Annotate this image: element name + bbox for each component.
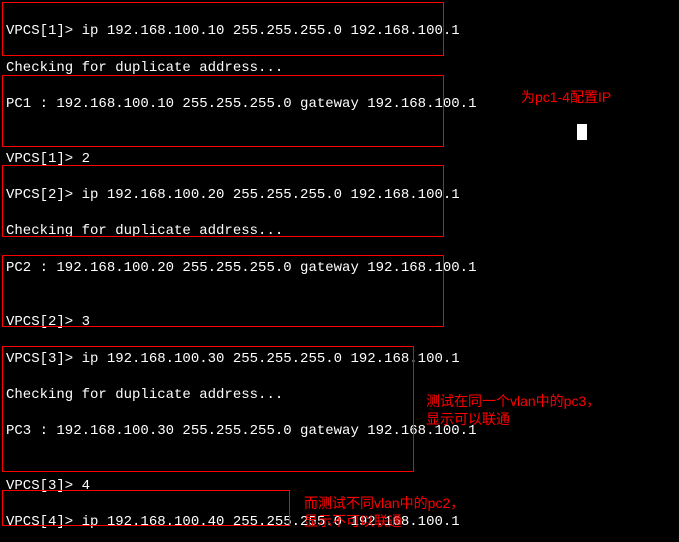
annotation-text-l1: 测试在同一个vlan中的pc3， [426,393,600,409]
annotation-text: 为pc1-4配置IP [521,89,611,105]
check-dup-2: Checking for duplicate address... [6,222,673,240]
cmd-ip-pc1: VPCS[1]> ip 192.168.100.10 255.255.255.0… [6,22,673,40]
check-dup-1: Checking for duplicate address... [6,59,673,77]
pc2-result: PC2 : 192.168.100.20 255.255.255.0 gatew… [6,259,673,277]
annotation-same-vlan: 测试在同一个vlan中的pc3， 显示可以联通 [426,392,600,428]
switch-to-2: VPCS[1]> 2 [6,150,673,168]
annotation-text-l2: 显示不可以联通 [304,513,402,529]
switch-to-4: VPCS[3]> 4 [6,477,673,495]
cmd-ip-pc3: VPCS[3]> ip 192.168.100.30 255.255.255.0… [6,350,673,368]
annotation-text-l1: 而测试不同vlan中的pc2， [304,495,464,511]
annotation-configure-ip: 为pc1-4配置IP [521,88,611,106]
text-cursor [577,124,587,140]
annotation-diff-vlan: 而测试不同vlan中的pc2， 显示不可以联通 [304,494,464,530]
terminal-output[interactable]: VPCS[1]> ip 192.168.100.10 255.255.255.0… [0,0,679,542]
annotation-text-l2: 显示可以联通 [426,411,510,427]
switch-to-3: VPCS[2]> 3 [6,313,673,331]
cmd-ip-pc2: VPCS[2]> ip 192.168.100.20 255.255.255.0… [6,186,673,204]
